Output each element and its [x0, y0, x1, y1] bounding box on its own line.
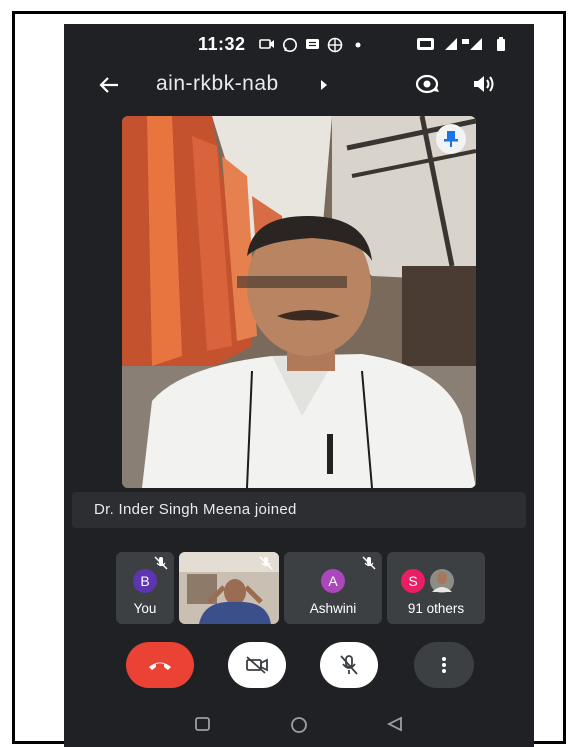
participant-tile-others[interactable]: S 91 others: [387, 552, 485, 624]
switch-camera-icon[interactable]: [414, 71, 440, 97]
meeting-code[interactable]: ain-rkbk-nab: [156, 72, 279, 96]
more-options-icon: [442, 657, 446, 673]
volte-status-icon: [417, 38, 434, 50]
battery-icon: [497, 37, 505, 51]
status-bar: 11:32: [64, 24, 534, 64]
participant-thumbnail: [430, 569, 454, 593]
join-notification-text: Dr. Inder Singh Meena joined: [94, 501, 297, 518]
dot-status-icon: [355, 42, 361, 48]
main-video-feed[interactable]: [122, 116, 476, 488]
mic-off-icon: [340, 655, 358, 675]
mic-off-icon: [362, 556, 376, 570]
end-call-button[interactable]: [126, 642, 194, 688]
app-status-icon: [327, 37, 343, 53]
meeting-top-bar: ain-rkbk-nab: [64, 68, 534, 104]
message-status-icon: [306, 39, 319, 49]
back-arrow-icon[interactable]: [98, 74, 120, 96]
mic-off-icon: [259, 556, 273, 570]
home-nav-icon[interactable]: [290, 716, 308, 734]
status-time: 11:32: [198, 34, 246, 54]
chevron-right-icon[interactable]: [319, 79, 329, 91]
participant-tile-ashwini[interactable]: A Ashwini: [284, 552, 382, 624]
participant-label: You: [133, 601, 157, 616]
back-nav-icon[interactable]: [386, 716, 404, 732]
whatsapp-status-icon: [283, 38, 297, 52]
signal-icon: [445, 38, 457, 50]
mic-toggle-button[interactable]: [320, 642, 378, 688]
participant-label: Ashwini: [309, 601, 357, 616]
participant-tile-video[interactable]: [179, 552, 279, 624]
avatar: B: [133, 569, 157, 593]
camera-off-icon: [246, 656, 268, 674]
signal-4g-icon: [462, 38, 482, 50]
more-options-button[interactable]: [414, 642, 474, 688]
phone-screen: 11:32 ain-rkbk-nab Dr. Inder Singh Meena…: [64, 24, 534, 747]
pin-button[interactable]: [436, 124, 466, 154]
avatar: A: [321, 569, 345, 593]
speaker-video-image: [122, 116, 476, 488]
recents-nav-icon[interactable]: [194, 716, 212, 732]
pin-icon: [444, 131, 458, 147]
end-call-icon: [149, 662, 171, 670]
join-notification: Dr. Inder Singh Meena joined: [72, 492, 526, 528]
mic-off-icon: [154, 556, 168, 570]
video-status-icon: [259, 39, 274, 49]
avatar: S: [401, 569, 425, 593]
speaker-icon[interactable]: [472, 73, 496, 95]
participant-tile-you[interactable]: B You: [116, 552, 174, 624]
camera-toggle-button[interactable]: [228, 642, 286, 688]
participant-label: 91 others: [407, 601, 465, 616]
